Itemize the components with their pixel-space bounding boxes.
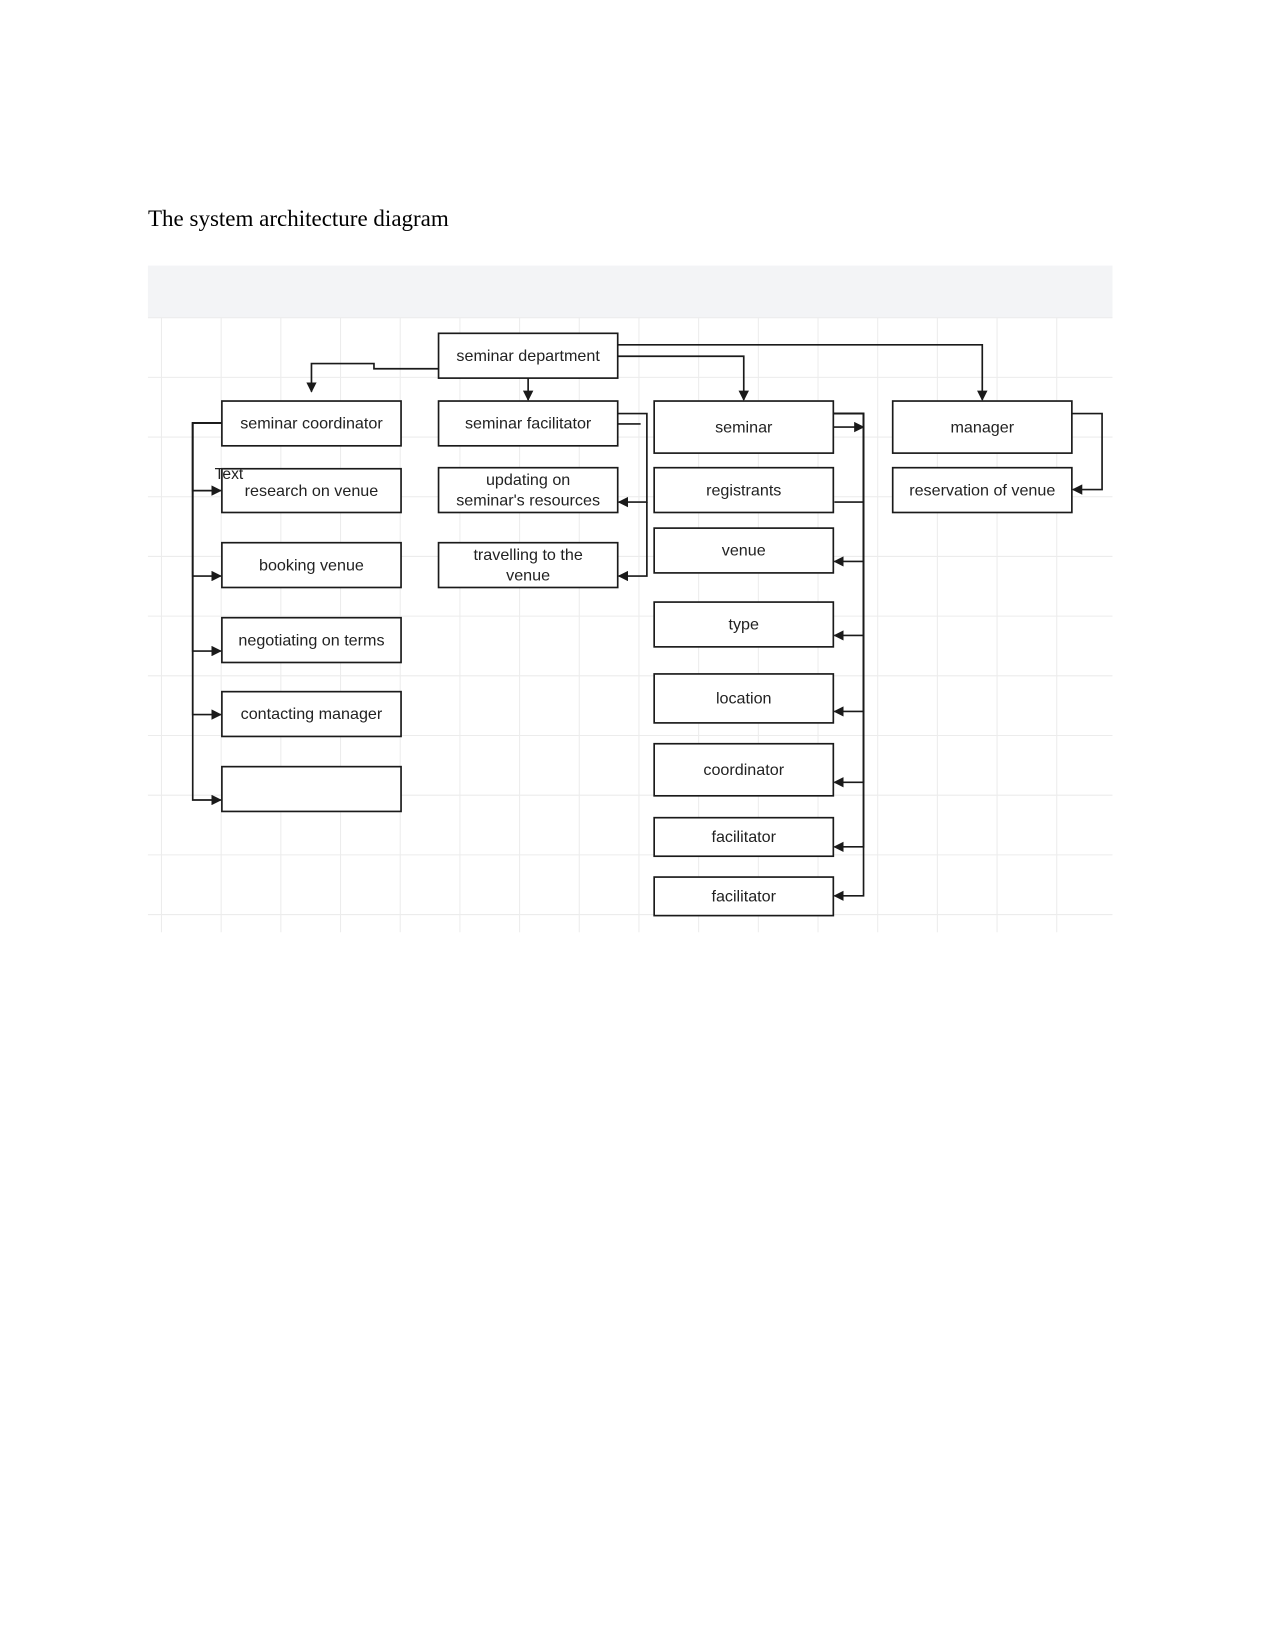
node-coord[interactable]: seminar coordinator: [221, 400, 402, 447]
node-label: contacting manager: [241, 705, 383, 723]
node-dept[interactable]: seminar department: [437, 332, 619, 379]
node-negotiating[interactable]: negotiating on terms: [221, 616, 402, 664]
node-label: seminar facilitator: [465, 415, 592, 433]
node-label: location: [716, 690, 772, 708]
node-facilitator1[interactable]: facilitator: [653, 816, 835, 858]
diagram-toolbar-band: [147, 265, 1113, 318]
edge-manager-to-reservation: [1071, 412, 1103, 495]
node-label: type: [729, 616, 760, 634]
node-facilitator2[interactable]: facilitator: [653, 876, 835, 917]
node-label: facilitator: [711, 828, 776, 846]
edge-coord-to-negotiating: [191, 422, 222, 657]
node-label: reservation of venue: [909, 481, 1055, 499]
node-label: venue: [722, 542, 766, 560]
document-page: The system architecture diagram seminar …: [0, 0, 1275, 1651]
node-registrants[interactable]: registrants: [653, 466, 835, 514]
edge-seminar-to-coordinator: [833, 412, 865, 788]
node-seminar[interactable]: seminar: [653, 400, 835, 454]
edge-seminar-to-type: [833, 412, 865, 641]
node-label: seminar department: [456, 347, 600, 365]
edge-coord-to-booking: [191, 422, 222, 582]
node-label: venue: [506, 567, 550, 585]
node-manager[interactable]: manager: [891, 400, 1073, 454]
node-label: negotiating on terms: [238, 631, 384, 649]
edge-facil-to-updating: [617, 412, 648, 508]
node-contacting[interactable]: contacting manager: [221, 690, 402, 738]
node-label: registrants: [706, 481, 781, 499]
node-label: manager: [950, 418, 1014, 436]
node-facil[interactable]: seminar facilitator: [437, 400, 619, 447]
edge-seminar-to-facilitator2: [833, 412, 865, 902]
architecture-diagram: seminar department seminar coordinator res…: [147, 265, 1113, 933]
node-updating[interactable]: updating on seminar's resources: [437, 466, 619, 514]
edge-dept-to-manager: [617, 343, 988, 402]
node-coordinator[interactable]: coordinator: [653, 742, 835, 797]
node-empty[interactable]: [221, 765, 402, 813]
node-label: seminar coordinator: [240, 415, 383, 433]
edge-facil-to-travelling: [618, 423, 648, 576]
node-label: seminar: [715, 418, 773, 436]
node-label: booking venue: [259, 556, 364, 574]
node-type[interactable]: type: [653, 601, 835, 648]
node-label: facilitator: [711, 888, 776, 906]
edge-seminar-to-registrants: [833, 412, 863, 503]
node-box: [221, 765, 402, 813]
edge-seminar-to-location: [833, 412, 865, 717]
stray-text-label: Text: [215, 466, 244, 483]
edge-seminar-to-venue: [833, 412, 865, 567]
node-label: updating on: [486, 471, 570, 489]
node-venue[interactable]: venue: [653, 527, 835, 574]
node-location[interactable]: location: [653, 673, 835, 724]
node-travelling[interactable]: travelling to the venue: [437, 541, 619, 589]
node-label: coordinator: [703, 761, 784, 779]
edge-dept-to-seminar: [617, 355, 749, 402]
node-reservation[interactable]: reservation of venue: [891, 466, 1073, 514]
node-label: research on venue: [245, 482, 379, 500]
node-research[interactable]: research on venue: [221, 467, 402, 514]
node-booking[interactable]: booking venue: [221, 541, 402, 589]
node-label: seminar's resources: [456, 492, 600, 510]
node-label: travelling to the: [473, 546, 582, 564]
